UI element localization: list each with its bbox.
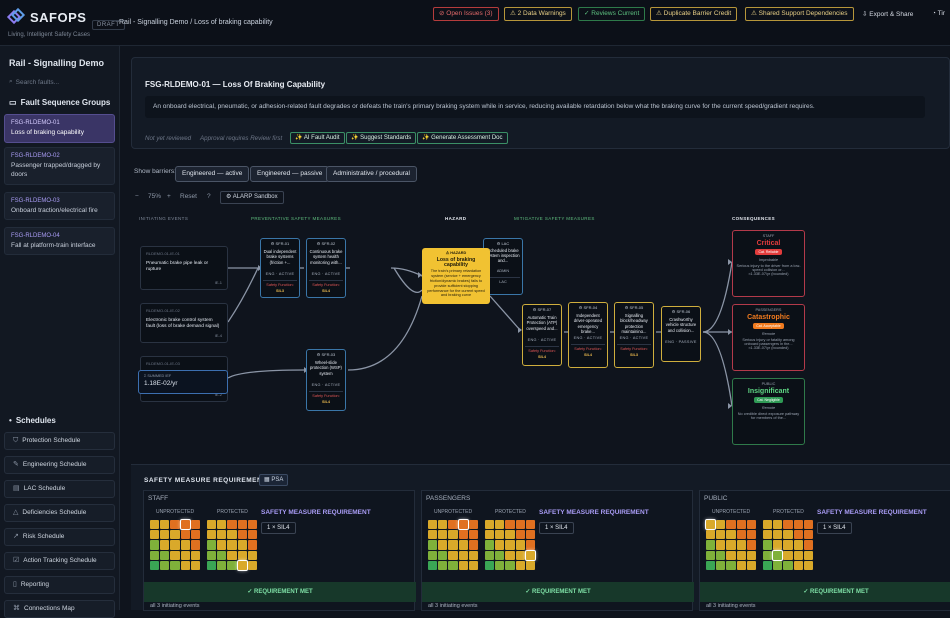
- risk-icon: ↗: [13, 533, 19, 540]
- schedules-heading: • Schedules: [9, 416, 56, 425]
- sidebar-item-fsg-02[interactable]: FSG-RLDEMO-02 Passenger trapped/dragged b…: [4, 147, 115, 185]
- sidebar-item-deficiencies-schedule[interactable]: △ Deficiencies Schedule: [4, 504, 115, 522]
- clipboard-icon: ▤: [13, 485, 20, 492]
- sidebar-item-risk-schedule[interactable]: ↗ Risk Schedule: [4, 528, 115, 546]
- warning-icon: △: [13, 509, 19, 516]
- project-title: Rail - Signalling Demo: [9, 58, 105, 68]
- safety-measure-sfr-07[interactable]: ⚙ SFR-07 Automatic Train Protection (ATP)…: [522, 304, 562, 366]
- fsg-heading: ▭ Fault Sequence Groups: [9, 98, 111, 107]
- summed-ief: Σ SUMMED IEF 1.18E-02/yr: [138, 370, 228, 394]
- bullet-icon: •: [9, 416, 12, 425]
- search-input[interactable]: ⌕ Search faults...: [9, 76, 111, 88]
- sidebar-item-reporting[interactable]: ▯ Reporting: [4, 576, 115, 594]
- initiating-event-1[interactable]: RLDEMO-01-IE-01 Pneumatic brake pipe leak…: [140, 246, 228, 290]
- sidebar-item-fsg-03[interactable]: FSG-RLDEMO-03 Onboard traction/electrical…: [4, 192, 115, 220]
- shield-icon: ⛉: [13, 437, 19, 444]
- safety-measure-sfr-04[interactable]: ⚙ SFR-04 Independent driver-operated emer…: [568, 302, 608, 368]
- hazard-node[interactable]: ⚠ HAZARD Loss of braking capability The tr…: [422, 248, 490, 304]
- document-icon: ▯: [13, 581, 17, 588]
- safety-measure-sfr-06[interactable]: ⚙ SFR-06 Crashworthy vehicle structure an…: [661, 306, 701, 362]
- sidebar-item-engineering-schedule[interactable]: ✎ Engineering Schedule: [4, 456, 115, 474]
- sidebar: Rail - Signalling Demo ⌕ Search faults...…: [0, 46, 120, 618]
- map-icon: ⌘: [13, 605, 20, 612]
- folder-icon: ▭: [9, 98, 17, 107]
- logo-icon: [6, 7, 26, 26]
- app-tagline: Living, Intelligent Safety Cases: [8, 32, 91, 38]
- wrench-icon: ✎: [13, 461, 19, 468]
- safety-measure-sfr-02[interactable]: ⚙ SFR-02 Continuous brake system health m…: [306, 238, 346, 298]
- safety-measure-sfr-03[interactable]: ⚙ SFR-03 Wheel-slide protection (WSP) sys…: [306, 349, 346, 411]
- sidebar-item-protection-schedule[interactable]: ⛉ Protection Schedule: [4, 432, 115, 450]
- consequence-passengers[interactable]: PASSENGERS Catastrophic Cat. Acceptable Rem…: [732, 304, 805, 371]
- sidebar-item-fsg-01[interactable]: FSG-RLDEMO-01 Loss of braking capability: [4, 114, 115, 143]
- app-name: SAFOPS: [30, 9, 87, 25]
- sidebar-item-connections-map[interactable]: ⌘ Connections Map: [4, 600, 115, 618]
- sidebar-item-lac-schedule[interactable]: ▤ LAC Schedule: [4, 480, 115, 498]
- check-icon: ☑: [13, 557, 20, 564]
- search-icon: ⌕: [9, 78, 13, 85]
- initiating-event-2[interactable]: RLDEMO-01-IE-02 Electronic brake control …: [140, 303, 228, 343]
- consequence-public[interactable]: PUBLIC Insignificant Cat. Negligible Remote…: [732, 378, 805, 445]
- safety-measure-sfr-05[interactable]: ⚙ SFR-05 Signalling block/headway protect…: [614, 302, 654, 368]
- sidebar-item-action-tracking-schedule[interactable]: ☑ Action Tracking Schedule: [4, 552, 115, 570]
- bowtie-area: Show barriers: Engineered — active Engin…: [131, 0, 950, 610]
- consequence-staff[interactable]: STAFF Critical Cat. Reliable Improbable Seri…: [732, 230, 805, 297]
- sidebar-item-fsg-04[interactable]: FSG-RLDEMO-04 Fall at platform-train inte…: [4, 227, 115, 255]
- safety-measure-sfr-01[interactable]: ⚙ SFR-01 Dual independent brake systems (…: [260, 238, 300, 298]
- logo[interactable]: SAFOPS: [6, 7, 87, 26]
